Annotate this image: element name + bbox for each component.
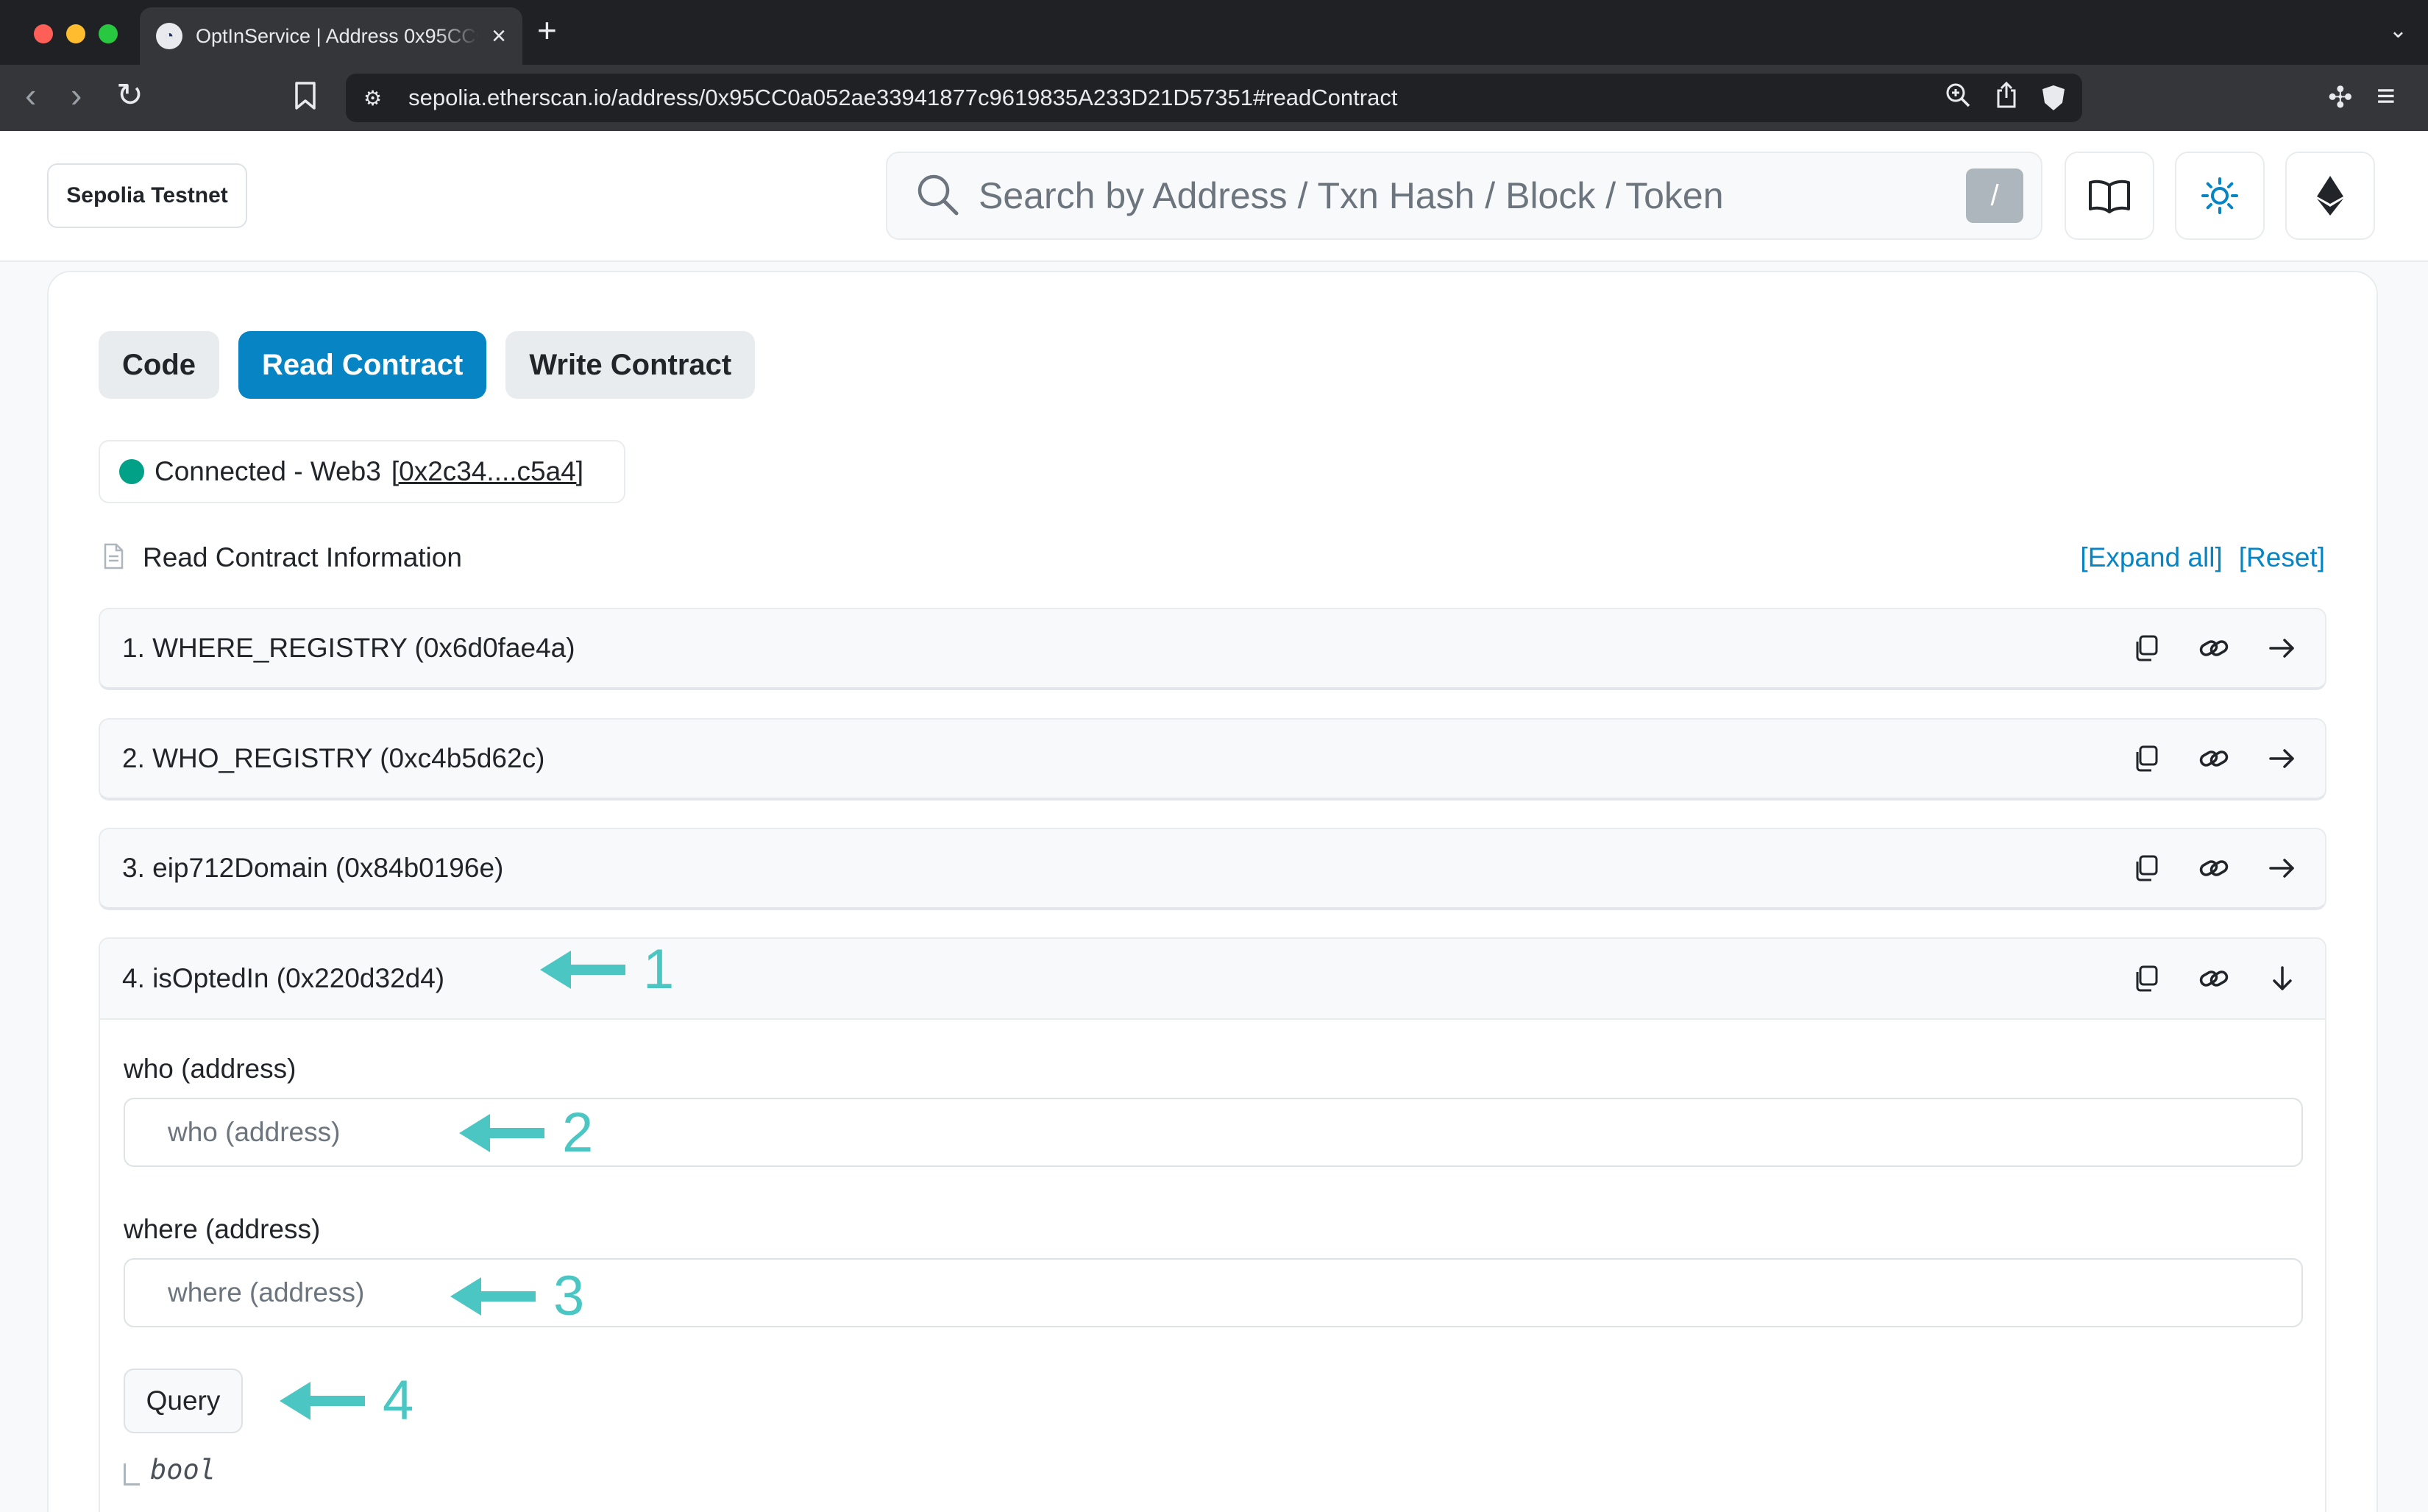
search-icon [914, 171, 961, 221]
annotation-label-4: 4 [383, 1369, 414, 1432]
arrow-down-icon[interactable] [2269, 965, 2296, 992]
param-label-who: who (address) [124, 1054, 297, 1084]
arrow-right-icon[interactable] [2269, 857, 2296, 879]
browser-tab-active[interactable]: ◔ OptInService | Address 0x95CC0a052ae33… [140, 7, 522, 65]
return-type: bool [124, 1454, 216, 1486]
arrow-left-icon [540, 951, 625, 989]
contract-card: Code Read Contract Write Contract Connec… [47, 271, 2378, 1512]
forward-arrow-icon[interactable]: › [71, 78, 82, 112]
copy-icon[interactable] [2134, 855, 2159, 881]
zoom-icon[interactable] [1945, 82, 1970, 113]
search-input[interactable] [979, 174, 1966, 217]
connected-address-link[interactable]: [0x2c34....c5a4] [391, 456, 583, 487]
bookmark-icon[interactable] [294, 81, 316, 114]
zoom-window-button[interactable] [99, 24, 118, 43]
annotation-arrow-2: 2 [458, 1105, 593, 1161]
function-row-is-opted-in[interactable]: 4. isOptedIn (0x220d32d4) [100, 939, 2325, 1020]
param-label-where: where (address) [124, 1214, 321, 1244]
theme-toggle-button[interactable] [2175, 152, 2265, 240]
link-icon[interactable] [2198, 745, 2229, 772]
docs-button[interactable] [2065, 152, 2154, 240]
read-contract-title: Read Contract Information [143, 542, 462, 572]
query-button[interactable]: Query [124, 1369, 243, 1433]
link-icon[interactable] [2198, 855, 2229, 881]
tab-close-icon[interactable]: × [491, 24, 506, 49]
share-icon[interactable] [1995, 81, 2017, 114]
arrow-right-icon[interactable] [2269, 748, 2296, 770]
network-ethereum-button[interactable] [2285, 152, 2375, 240]
reset-link[interactable]: [Reset] [2239, 542, 2325, 573]
connected-status-dot-icon [119, 459, 144, 484]
browser-toolbar: ‹ › ↻ ⚙ sepolia.etherscan.io/address/0x9… [0, 65, 2428, 131]
copy-icon[interactable] [2134, 635, 2159, 661]
tab-title: OptInService | Address 0x95CC0a052ae3394… [196, 24, 478, 47]
sun-icon [2201, 177, 2238, 214]
annotation-arrow-1: 1 [539, 942, 674, 998]
annotation-label-3: 3 [553, 1265, 585, 1327]
close-window-button[interactable] [34, 24, 53, 43]
link-icon[interactable] [2198, 965, 2229, 992]
connection-status-text: Connected - Web3 [155, 456, 381, 486]
expand-all-link[interactable]: [Expand all] [2080, 542, 2222, 573]
arrow-left-icon [280, 1382, 365, 1420]
url-text: sepolia.etherscan.io/address/0x95CC0a052… [408, 85, 1398, 110]
copy-icon[interactable] [2134, 965, 2159, 992]
return-type-text: bool [150, 1454, 216, 1486]
function-panel-is-opted-in: 4. isOptedIn (0x220d32d4) who (address) … [99, 937, 2326, 1512]
arrow-left-icon [459, 1114, 544, 1152]
arrow-right-icon[interactable] [2269, 637, 2296, 659]
book-icon [2089, 180, 2130, 213]
annotation-arrow-3: 3 [449, 1268, 584, 1324]
who-address-input[interactable] [124, 1098, 2303, 1167]
tab-write-contract[interactable]: Write Contract [505, 331, 756, 399]
annotation-label-2: 2 [562, 1101, 594, 1164]
contract-tabs: Code Read Contract Write Contract [99, 331, 756, 399]
link-icon[interactable] [2198, 635, 2229, 661]
annotation-label-1: 1 [643, 938, 675, 1001]
function-row-where-registry[interactable]: 1. WHERE_REGISTRY (0x6d0fae4a) [99, 608, 2326, 690]
function-name: 4. isOptedIn (0x220d32d4) [122, 963, 445, 993]
tab-read-contract[interactable]: Read Contract [238, 331, 487, 399]
wallet-connection-status[interactable]: Connected - Web3 [0x2c34....c5a4] [99, 440, 625, 503]
etherscan-favicon-icon: ◔ [156, 23, 182, 49]
function-row-eip712domain[interactable]: 3. eip712Domain (0x84b0196e) [99, 828, 2326, 910]
hamburger-menu-icon[interactable]: ≡ [2376, 78, 2396, 115]
return-corner-icon [124, 1463, 140, 1486]
new-tab-button[interactable]: + [537, 13, 557, 47]
site-settings-icon[interactable]: ⚙ [363, 86, 382, 110]
tab-list-chevron-icon[interactable]: ⌄ [2389, 18, 2407, 43]
copy-icon[interactable] [2134, 745, 2159, 772]
ethereum-icon [2317, 176, 2343, 216]
function-row-who-registry[interactable]: 2. WHO_REGISTRY (0xc4b5d62c) [99, 718, 2326, 801]
minimize-window-button[interactable] [66, 24, 85, 43]
tab-code[interactable]: Code [99, 331, 219, 399]
function-name: 3. eip712Domain (0x84b0196e) [122, 853, 504, 883]
browser-tab-bar: ◔ OptInService | Address 0x95CC0a052ae33… [0, 0, 2428, 65]
function-name: 1. WHERE_REGISTRY (0x6d0fae4a) [122, 633, 575, 663]
reload-icon[interactable]: ↻ [116, 79, 143, 112]
search-bar[interactable]: / [886, 152, 2042, 240]
brave-shield-icon[interactable] [2042, 85, 2065, 110]
arrow-left-icon [450, 1277, 536, 1316]
back-arrow-icon[interactable]: ‹ [25, 78, 36, 112]
address-bar[interactable]: ⚙ sepolia.etherscan.io/address/0x95CC0a0… [346, 74, 2082, 122]
annotation-arrow-4: 4 [278, 1373, 413, 1429]
extensions-puzzle-icon[interactable]: ✣ [2328, 81, 2353, 115]
search-shortcut-key: / [1966, 168, 2023, 223]
network-selector-button[interactable]: Sepolia Testnet [47, 163, 247, 228]
read-contract-header: Read Contract Information [Expand all] [… [103, 536, 2325, 580]
function-name: 2. WHO_REGISTRY (0xc4b5d62c) [122, 743, 545, 773]
document-icon [103, 543, 124, 573]
site-header: Sepolia Testnet / [0, 131, 2428, 262]
